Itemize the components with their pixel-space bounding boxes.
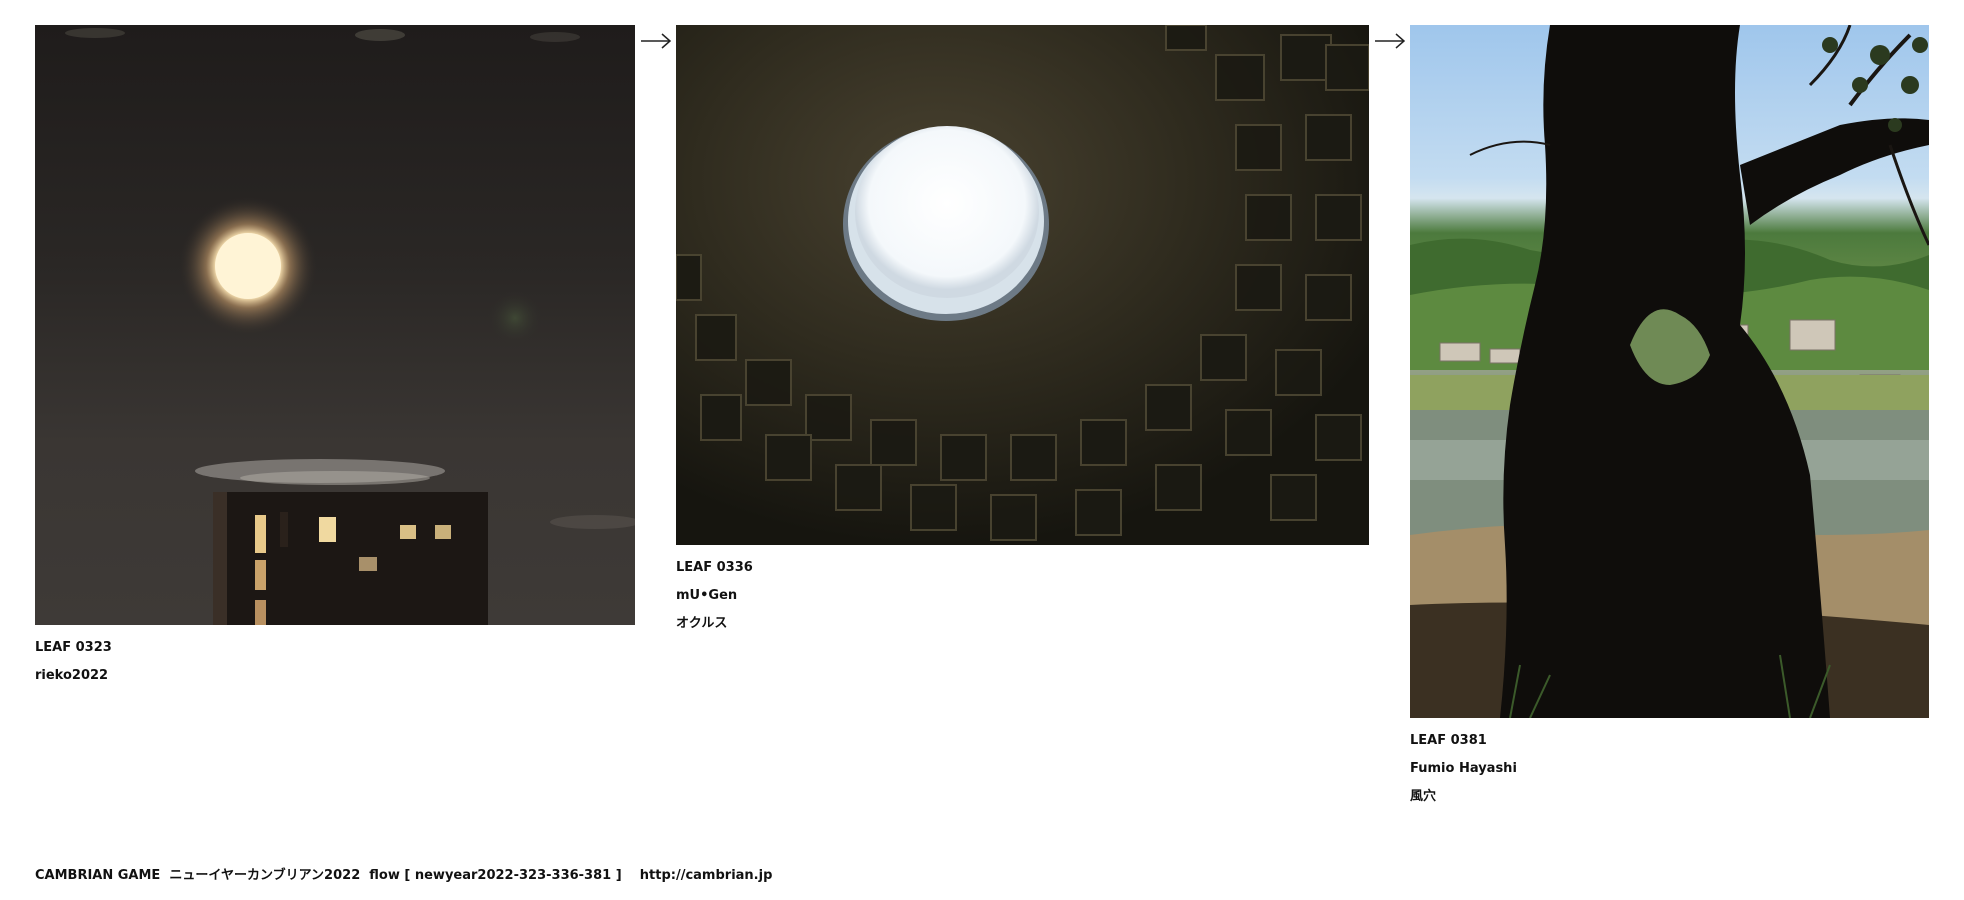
leaf-photo-tree[interactable]	[1410, 25, 1929, 718]
leaf-caption: LEAF 0336 mU•Gen オクルス	[676, 554, 1369, 638]
leaf-author: rieko2022	[35, 668, 109, 683]
leaf-card-0323: LEAF 0323 rieko2022	[35, 25, 635, 690]
moon-night-image	[65, 28, 635, 625]
leaf-id: LEAF 0336	[676, 560, 753, 575]
leaf-photo-oculus[interactable]	[676, 25, 1369, 545]
leaf-id: LEAF 0323	[35, 640, 112, 655]
leaf-author: Fumio Hayashi	[1410, 761, 1517, 776]
leaf-title: 風穴	[1410, 789, 1437, 804]
right-arrow-icon	[641, 33, 672, 49]
right-arrow-icon	[1375, 33, 1406, 49]
oculus-image	[676, 25, 1369, 545]
footer-credit: CAMBRIAN GAME ニューイヤーカンブリアン2022 flow [ ne…	[35, 868, 773, 883]
leaf-caption: LEAF 0323 rieko2022	[35, 634, 635, 690]
leaf-photo-moon[interactable]	[35, 25, 635, 625]
tree-river-image	[1410, 25, 1929, 718]
leaf-author: mU•Gen	[676, 588, 738, 603]
leaf-caption: LEAF 0381 Fumio Hayashi 風穴	[1410, 727, 1929, 811]
leaf-title: オクルス	[676, 616, 728, 631]
leaf-id: LEAF 0381	[1410, 733, 1487, 748]
leaf-card-0336: LEAF 0336 mU•Gen オクルス	[676, 25, 1369, 638]
leaf-card-0381: LEAF 0381 Fumio Hayashi 風穴	[1410, 25, 1929, 811]
